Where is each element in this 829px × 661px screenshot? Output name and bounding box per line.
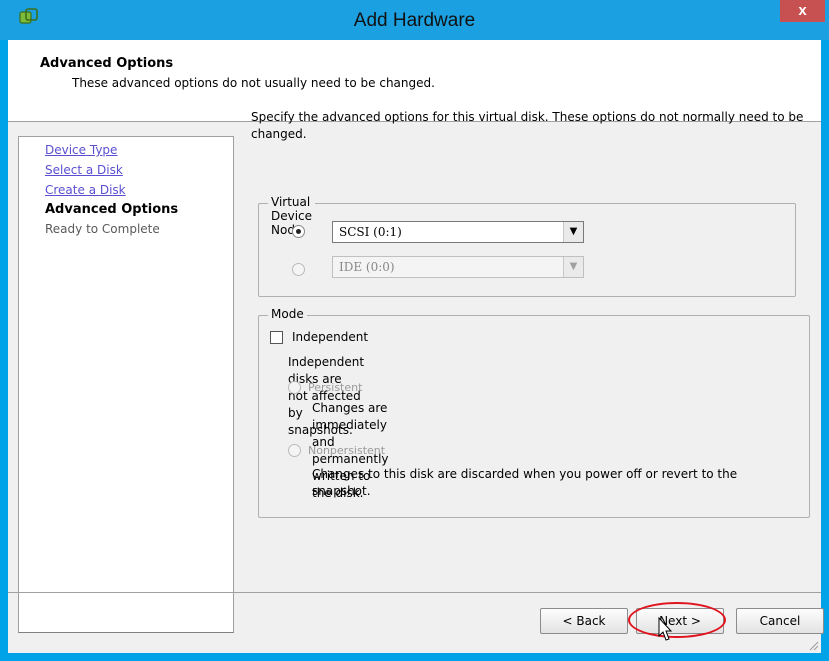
nonpersistent-radio[interactable] bbox=[288, 444, 301, 457]
window-title: Add Hardware bbox=[353, 10, 476, 31]
independent-checkbox[interactable] bbox=[270, 331, 283, 344]
chevron-down-icon[interactable]: ▼ bbox=[563, 257, 583, 277]
ide-node-select[interactable]: IDE (0:0) ▼ bbox=[332, 256, 584, 278]
independent-label[interactable]: Independent bbox=[292, 329, 368, 346]
ide-radio[interactable] bbox=[292, 263, 305, 276]
step-device-type[interactable]: Device Type bbox=[45, 143, 117, 157]
mode-legend: Mode bbox=[268, 307, 307, 321]
cancel-button[interactable]: Cancel bbox=[736, 608, 824, 634]
close-icon: x bbox=[798, 2, 807, 19]
footer-divider bbox=[8, 592, 821, 593]
nonpersistent-label[interactable]: Nonpersistent bbox=[308, 442, 385, 459]
virtual-device-node-group bbox=[258, 203, 796, 297]
options-description: Specify the advanced options for this vi… bbox=[251, 110, 804, 141]
step-create-a-disk[interactable]: Create a Disk bbox=[45, 183, 126, 197]
scsi-node-value: SCSI (0:1) bbox=[339, 225, 402, 239]
wizard-steps-panel: Device Type Select a Disk Create a Disk … bbox=[18, 136, 234, 633]
step-advanced-options: Advanced Options bbox=[45, 202, 179, 217]
nonpersistent-description: Changes to this disk are discarded when … bbox=[312, 467, 738, 498]
resize-grip-icon[interactable] bbox=[807, 639, 819, 651]
back-button[interactable]: < Back bbox=[540, 608, 628, 634]
chevron-down-icon[interactable]: ▼ bbox=[563, 222, 583, 242]
scsi-node-select[interactable]: SCSI (0:1) ▼ bbox=[332, 221, 584, 243]
persistent-label[interactable]: Persistent bbox=[308, 379, 362, 396]
add-hardware-window: Add Hardware x Advanced Options These ad… bbox=[0, 0, 829, 661]
scsi-radio[interactable] bbox=[292, 225, 305, 238]
header-subtitle: These advanced options do not usually ne… bbox=[72, 76, 435, 90]
step-select-a-disk[interactable]: Select a Disk bbox=[45, 163, 123, 177]
persistent-radio[interactable] bbox=[288, 381, 301, 394]
title-bar[interactable]: Add Hardware x bbox=[0, 0, 829, 40]
mouse-pointer-icon bbox=[658, 616, 674, 646]
close-button[interactable]: x bbox=[780, 0, 825, 22]
ide-node-value: IDE (0:0) bbox=[339, 260, 395, 274]
step-ready-to-complete: Ready to Complete bbox=[45, 222, 160, 236]
next-button-highlight-circle bbox=[628, 602, 726, 638]
header-title: Advanced Options bbox=[40, 56, 174, 71]
